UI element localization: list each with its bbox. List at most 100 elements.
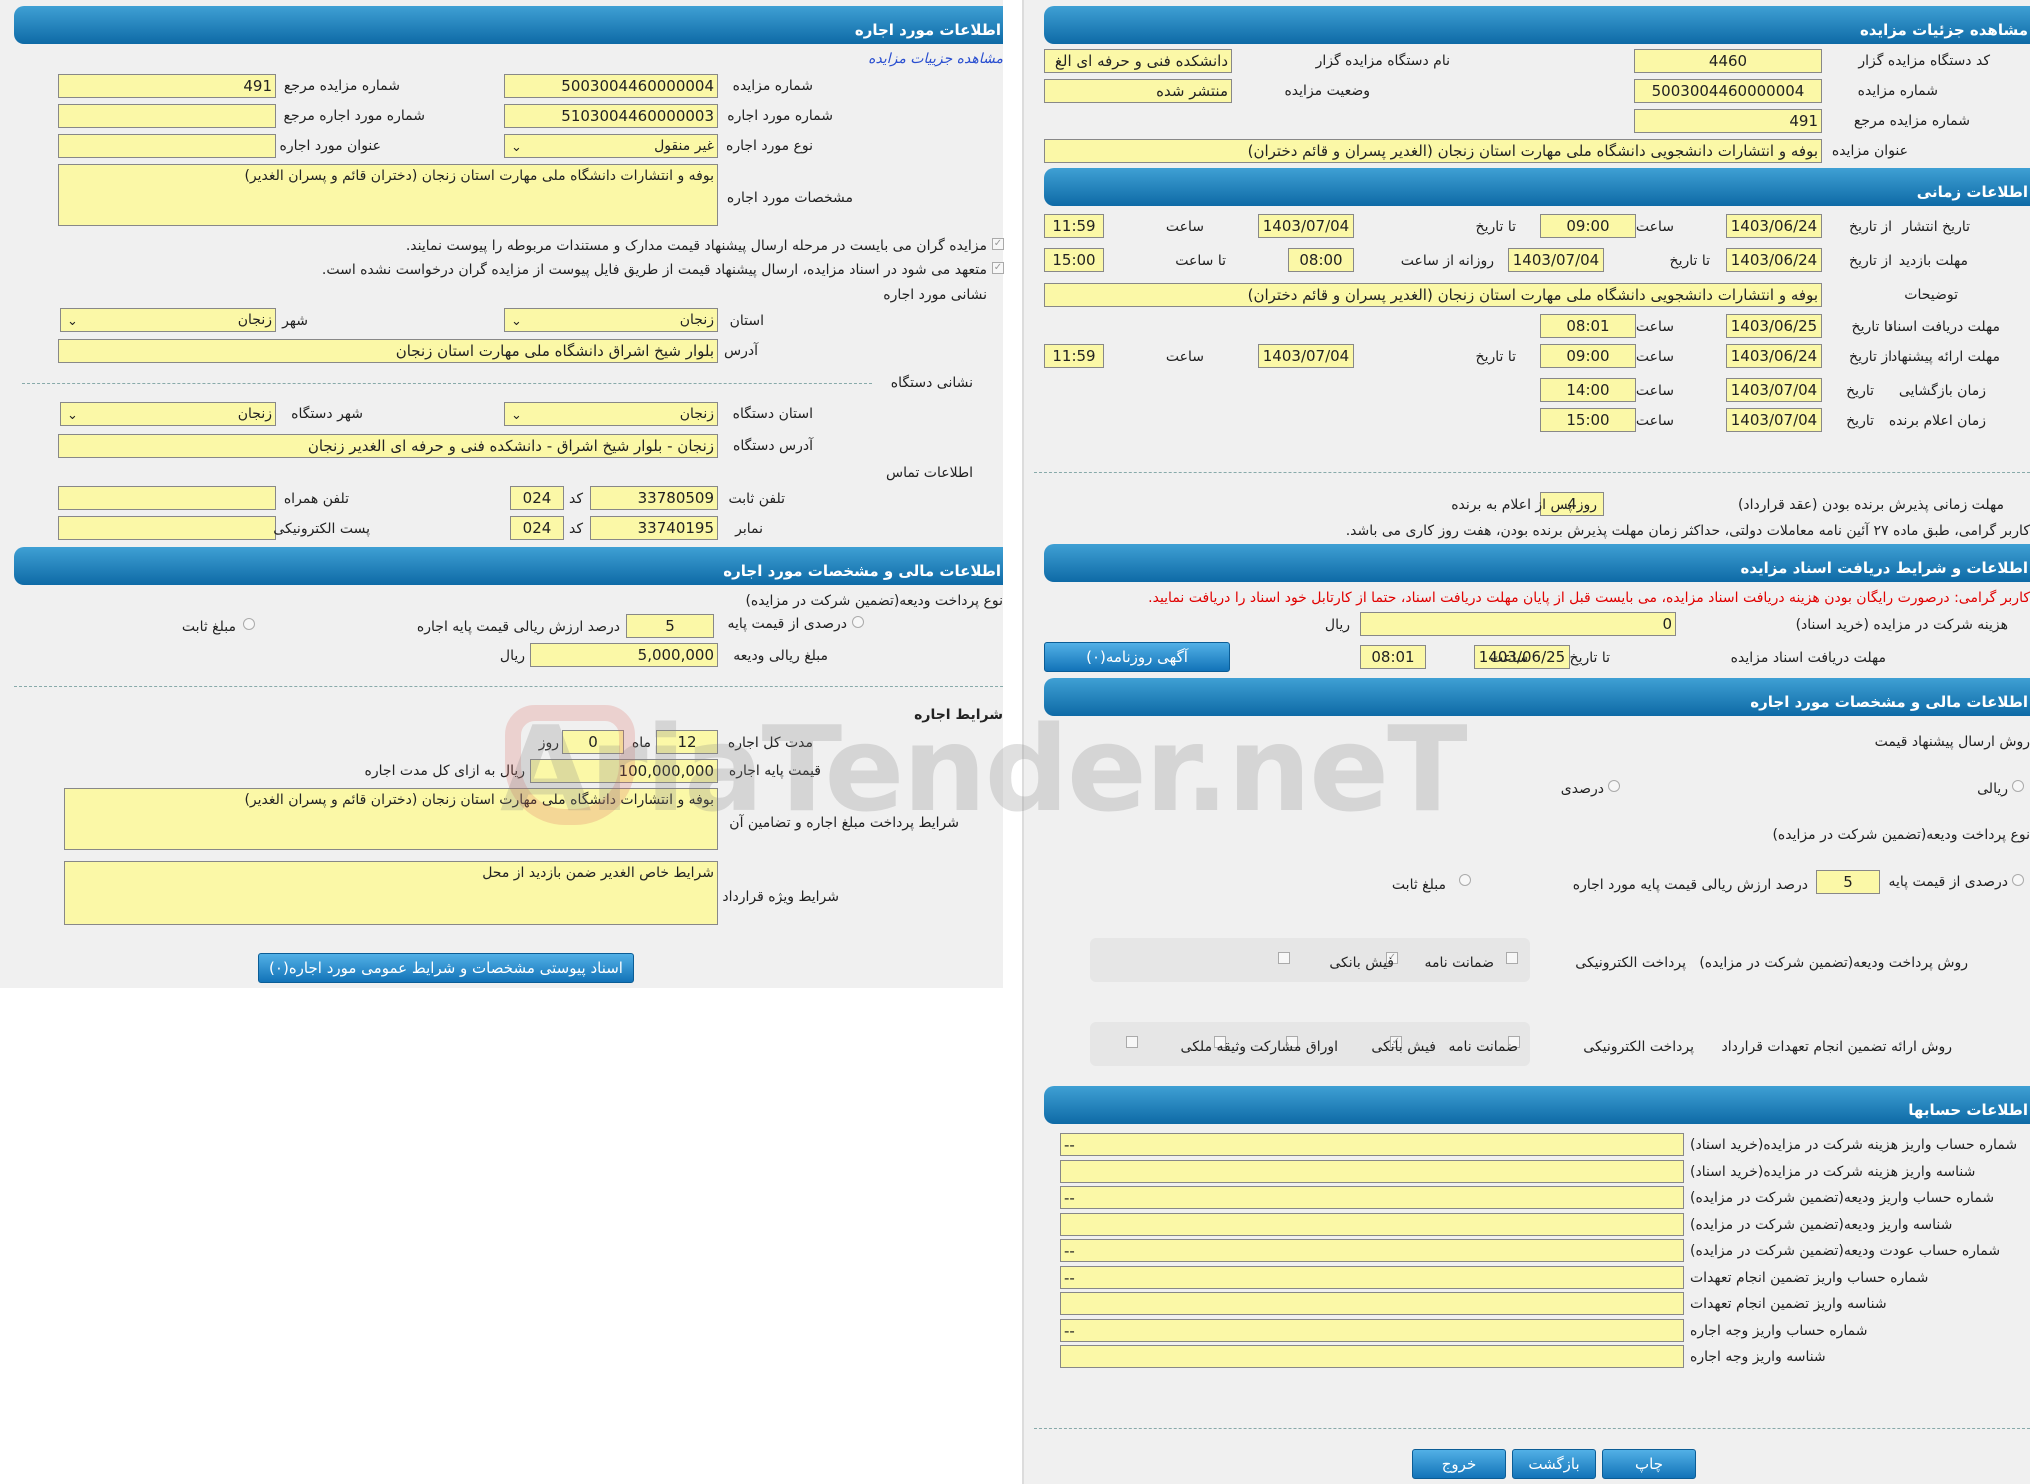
guarantee-label: ضمانت نامه: [1424, 955, 1494, 971]
ref-auction-field: 491: [58, 74, 276, 98]
visit-time-from: 08:00: [1288, 248, 1354, 272]
rial-method-radio[interactable]: [2012, 780, 2024, 792]
attachments-button[interactable]: اسناد پیوستی مشخصات و شرایط عمومی مورد ا…: [258, 953, 634, 983]
from-date-label: از تاریخ: [1849, 219, 1892, 235]
to-date-label: تا تاریخ: [1569, 650, 1610, 666]
phone-code-field: 024: [510, 486, 564, 510]
publish-from-time: 09:00: [1540, 214, 1636, 238]
fax-code-field: 024: [510, 516, 564, 540]
auction-number-field: 5003004460000004: [1634, 79, 1822, 103]
special-terms-textarea[interactable]: شرایط خاص الغدیر ضمن بازدید از محل: [64, 861, 718, 925]
ref-number-label: شماره مزایده مرجع: [1853, 113, 1970, 129]
commit-property-checkbox: [1126, 1036, 1138, 1048]
exit-button[interactable]: خروج: [1412, 1449, 1506, 1479]
chevron-down-icon: ⌄: [511, 140, 522, 155]
address-label: آدرس: [724, 343, 758, 359]
fixed-amount-radio[interactable]: [243, 618, 255, 630]
percent-radio[interactable]: [852, 616, 864, 628]
winner-label: زمان اعلام برنده: [1888, 413, 1986, 429]
percent-deposit-radio[interactable]: [2012, 874, 2024, 886]
to-time-label: تا ساعت: [1175, 253, 1226, 269]
time-label: ساعت: [1635, 383, 1674, 399]
lease-type-value: غیر منقول: [654, 138, 714, 154]
mobile-field: [58, 486, 276, 510]
time-label: ساعت: [1165, 349, 1204, 365]
visit-to-date: 1403/07/04: [1508, 248, 1604, 272]
org-city-label: شهر دستگاه: [291, 406, 363, 422]
phone-label: تلفن ثابت: [728, 491, 785, 507]
status-label: وضعیت مزایده: [1284, 83, 1370, 99]
from-date-label: از تاریخ: [1849, 253, 1892, 269]
time-label: ساعت: [1635, 219, 1674, 235]
province-select[interactable]: زنجان ⌄: [504, 308, 718, 332]
email-label: پست الکترونیکی: [273, 521, 370, 537]
org-name-label: نام دستگاه مزایده گزار: [1315, 53, 1450, 69]
docs-required-text: مزایده گران می بایست در مرحله ارسال پیشن…: [405, 238, 987, 254]
opening-date: 1403/07/04: [1726, 378, 1822, 402]
offer-to-date: 1403/07/04: [1258, 344, 1354, 368]
docs-deadline-time: 08:01: [1540, 314, 1636, 338]
account-value-field: [1060, 1292, 1684, 1315]
status-field: منتشر شده: [1044, 79, 1232, 103]
org-city-select[interactable]: زنجان ⌄: [60, 402, 276, 426]
offer-from-date: 1403/06/24: [1726, 344, 1822, 368]
section-header-accounts: اطلاعات حسابها: [1044, 1086, 2030, 1124]
org-address-field: زنجان - بلوار شیخ اشراق - دانشکده فنی و …: [58, 434, 718, 458]
percent-label: درصدی از قیمت پایه: [727, 616, 847, 632]
accept-note: کاربر گرامی، طبق ماده ۲۷ آئین نامه معامل…: [1345, 523, 2030, 539]
account-label: شناسه واریز وجه اجاره: [1690, 1349, 1826, 1365]
view-auction-details-link[interactable]: مشاهده جزییات مزایده: [868, 50, 1003, 68]
lease-type-label: نوع مورد اجاره: [725, 138, 813, 154]
lease-address-section-title: نشانی مورد اجاره: [883, 287, 987, 303]
phone-field: 33780509: [590, 486, 718, 510]
divider: [14, 686, 1003, 687]
commit-electronic-label: پرداخت الکترونیکی: [1583, 1039, 1694, 1055]
fax-label: نمابر: [735, 521, 763, 537]
lease-title-label: عنوان مورد اجاره: [279, 138, 381, 154]
time-label: ساعت: [1635, 349, 1674, 365]
city-select[interactable]: زنجان ⌄: [60, 308, 276, 332]
fixed-amount-label: مبلغ ثابت: [181, 619, 236, 635]
org-province-select[interactable]: زنجان ⌄: [504, 402, 718, 426]
divider: [1034, 1428, 2030, 1429]
special-terms-label: شرایط ویژه قرارداد: [722, 889, 839, 905]
lease-details-panel: اطلاعات مورد اجاره مشاهده جزییات مزایده …: [0, 0, 1004, 988]
print-button[interactable]: چاپ: [1602, 1449, 1696, 1479]
newspaper-ad-button[interactable]: آگهی روزنامه(۰): [1044, 642, 1230, 672]
visit-time-to: 15:00: [1044, 248, 1104, 272]
account-label: شناسه واریز تضمین انجام تعهدات: [1690, 1296, 1887, 1312]
account-label: شماره حساب واریز وجه اجاره: [1690, 1323, 1868, 1339]
opening-label: زمان بازگشایی: [1898, 383, 1986, 399]
percent-method-radio[interactable]: [1608, 780, 1620, 792]
auction-number-field: 5003004460000004: [504, 74, 718, 98]
lease-number-label: شماره مورد اجاره: [727, 108, 833, 124]
account-value-field: --: [1060, 1239, 1684, 1262]
deposit-amount-label: مبلغ ریالی ودیعه: [733, 648, 828, 664]
chevron-down-icon: ⌄: [511, 314, 522, 329]
percent-deposit-label: درصدی از قیمت پایه: [1888, 874, 2008, 890]
city-label: شهر: [282, 313, 308, 329]
time-label: ساعت: [1489, 650, 1528, 666]
ref-number-field: 491: [1634, 109, 1822, 133]
daily-from-label: روزانه از ساعت: [1400, 253, 1494, 269]
percent-suffix: درصد ارزش ریالی قیمت پایه اجاره: [416, 619, 620, 635]
lease-spec-label: مشخصات مورد اجاره: [726, 190, 853, 206]
account-value-field: --: [1060, 1186, 1684, 1209]
lease-spec-textarea[interactable]: بوفه و انتشارات دانشگاه ملی مهارت استان …: [58, 164, 718, 226]
docs-deadline-label: مهلت دریافت اسناد: [1886, 319, 2000, 335]
account-value-field: [1060, 1345, 1684, 1368]
ref-auction-label: شماره مزایده مرجع: [283, 78, 400, 94]
commit-receipt-label: فیش بانکی: [1371, 1039, 1436, 1055]
fixed-deposit-label: مبلغ ثابت: [1391, 877, 1446, 893]
date-label: تاریخ: [1846, 413, 1874, 429]
docs-required-checkbox: ✓: [992, 238, 1004, 250]
auction-title-label: عنوان مزایده: [1831, 143, 1908, 159]
fixed-deposit-radio[interactable]: [1459, 874, 1471, 886]
back-button[interactable]: بازگشت: [1512, 1449, 1596, 1479]
lease-type-select[interactable]: غیر منقول ⌄: [504, 134, 718, 158]
time-label: ساعت: [1165, 219, 1204, 235]
province-value: زنجان: [679, 312, 714, 328]
lease-title-field: [58, 134, 276, 158]
commit-bonds-label: اوراق مشارکت: [1249, 1039, 1338, 1055]
org-address-section-title: نشانی دستگاه: [890, 375, 973, 391]
